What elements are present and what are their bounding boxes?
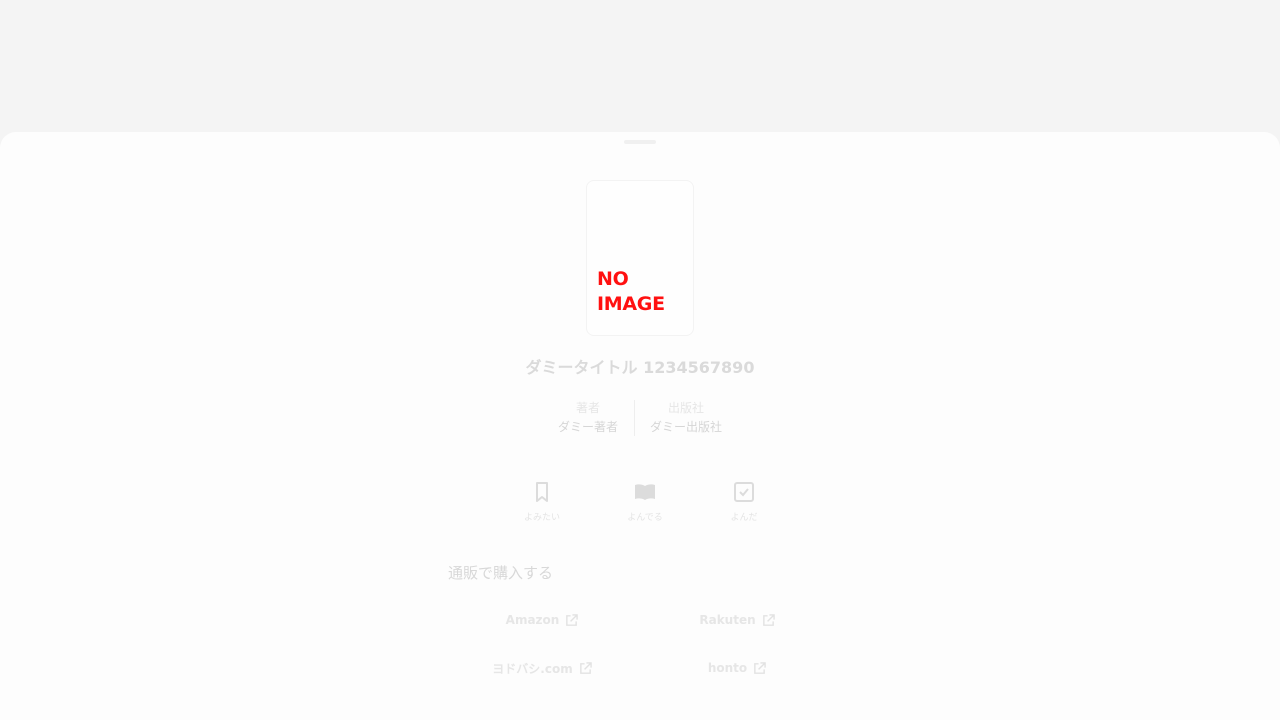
shop-label: honto (707, 661, 748, 675)
shop-label: ヨドバシ.com (492, 661, 573, 676)
want-to-read-button[interactable]: よみたい (502, 480, 582, 523)
external-link-icon (579, 661, 592, 674)
publisher-info: 出版社 ダミー出版社 (646, 400, 726, 438)
external-link-icon (754, 661, 766, 674)
publisher-label: 出版社 (667, 401, 704, 415)
book-title: ダミータイトル 1234567890 (525, 358, 755, 377)
book-detail-sheet: NO IMAGE ダミータイトル 1234567890 著者 ダミー著者 出版社… (0, 132, 1280, 720)
checkbox-icon (734, 482, 754, 502)
drag-handle[interactable] (624, 140, 656, 144)
book-cover: NO IMAGE (586, 180, 694, 336)
open-book-icon (635, 484, 655, 500)
shop-link-yodobashi[interactable]: ヨドバシ.com (442, 656, 642, 680)
meta-divider (634, 400, 635, 436)
read-button[interactable]: よんだ (704, 480, 784, 523)
author-name[interactable]: ダミー著者 (548, 416, 628, 438)
want-to-read-label: よみたい (523, 513, 560, 523)
shop-label: Amazon (505, 613, 560, 627)
external-link-icon (566, 613, 579, 626)
publisher-name[interactable]: ダミー出版社 (646, 416, 726, 438)
external-link-icon (762, 613, 775, 626)
reading-button[interactable]: よんでる (605, 480, 685, 523)
no-image-placeholder: NO IMAGE (597, 268, 665, 315)
shop-link-honto[interactable]: honto (637, 656, 837, 680)
shop-link-amazon[interactable]: Amazon (442, 608, 642, 632)
shop-label: Rakuten (699, 613, 756, 627)
purchase-section-title: 通販で購入する (448, 564, 554, 582)
reading-label: よんでる (627, 513, 663, 523)
author-label: 著者 (575, 401, 600, 415)
read-label: よんだ (730, 513, 758, 523)
shop-link-rakuten[interactable]: Rakuten (637, 608, 837, 632)
bookmark-icon (536, 482, 548, 502)
author-info: 著者 ダミー著者 (548, 400, 628, 438)
